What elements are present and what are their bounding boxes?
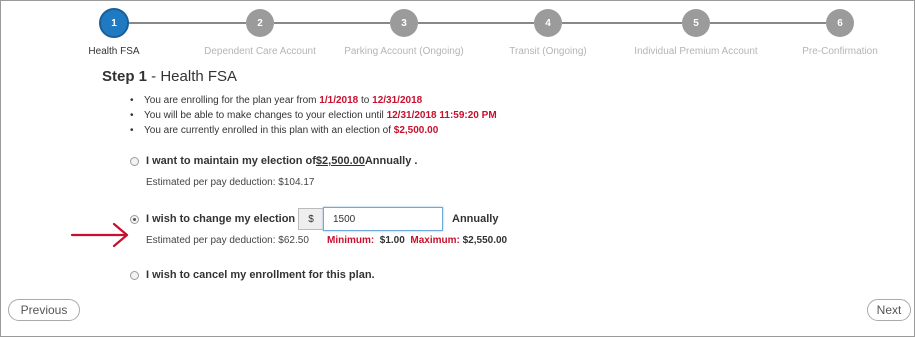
change-estimate: Estimated per pay deduction: $62.50 — [146, 235, 309, 246]
step-5-circle[interactable]: 5 — [682, 9, 710, 37]
step-3-label: Parking Account (Ongoing) — [344, 46, 464, 57]
step-4-label: Transit (Ongoing) — [509, 46, 587, 57]
currency-addon: $ — [298, 208, 324, 230]
list-item: You are currently enrolled in this plan … — [130, 123, 497, 138]
maintain-estimate: Estimated per pay deduction: $104.17 — [146, 177, 315, 188]
step-2-circle[interactable]: 2 — [246, 9, 274, 37]
step-1-label: Health FSA — [88, 46, 140, 57]
step-6-circle[interactable]: 6 — [826, 9, 854, 37]
previous-button[interactable]: Previous — [8, 299, 80, 321]
step-2-label: Dependent Care Account — [204, 46, 316, 57]
stepper-connector — [128, 22, 246, 24]
page-title: Step 1 - Health FSA — [102, 68, 238, 85]
list-item: You are enrolling for the plan year from… — [130, 93, 497, 108]
annually-label: Annually — [452, 213, 499, 225]
list-item: You will be able to make changes to your… — [130, 108, 497, 123]
arrow-right-icon — [70, 222, 129, 248]
stepper-connector — [710, 22, 826, 24]
step-6-label: Pre-Confirmation — [802, 46, 878, 57]
step-5-label: Individual Premium Account — [634, 46, 758, 57]
plan-info-list: You are enrolling for the plan year from… — [130, 93, 497, 138]
step-4-circle[interactable]: 4 — [534, 9, 562, 37]
stepper-connector — [562, 22, 682, 24]
maintain-election-option[interactable]: I want to maintain my election of $2,500… — [130, 155, 417, 167]
step-3-circle[interactable]: 3 — [390, 9, 418, 37]
min-max-limits: Minimum: $1.00 Maximum: $2,550.00 — [327, 235, 508, 246]
election-amount-input[interactable] — [323, 207, 443, 231]
cancel-enrollment-radio[interactable] — [130, 270, 139, 280]
stepper-connector — [274, 22, 390, 24]
step-1-circle[interactable]: 1 — [99, 8, 129, 38]
stepper-connector — [418, 22, 534, 24]
next-button[interactable]: Next — [867, 299, 911, 321]
maintain-election-radio[interactable] — [130, 156, 139, 166]
cancel-enrollment-option[interactable]: I wish to cancel my enrollment for this … — [130, 269, 375, 281]
